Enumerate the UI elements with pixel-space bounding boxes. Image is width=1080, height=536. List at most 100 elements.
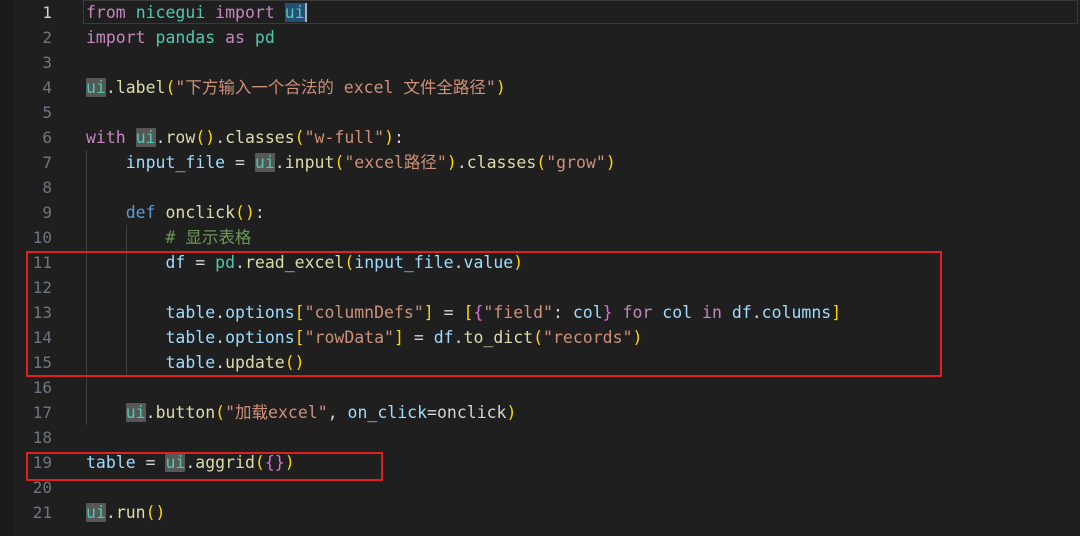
token-parens-empty: () <box>145 503 166 522</box>
line-number-16: 16 <box>32 378 52 397</box>
indent-guide <box>86 275 87 300</box>
token-dot: . <box>453 328 464 347</box>
token-bracket-open: [ <box>463 303 474 322</box>
token-function-row: row <box>165 128 196 147</box>
token-function-update: update <box>225 353 285 372</box>
code-lines-container[interactable]: 1 from nicegui import ui 2 import pandas… <box>0 0 1080 525</box>
code-line-21[interactable]: 21 ui.run() <box>0 500 1080 525</box>
token-operator-assign: = <box>413 328 424 347</box>
code-line-15[interactable]: 15 table.update() <box>0 350 1080 375</box>
token-variable-input-file: input_file <box>354 253 454 272</box>
line-number-9: 9 <box>42 203 52 222</box>
code-line-4[interactable]: 4 ui.label("下方输入一个合法的 excel 文件全路径") <box>0 75 1080 100</box>
token-variable-col: col <box>662 303 693 322</box>
token-colon: : <box>552 303 563 322</box>
code-line-5[interactable]: 5 <box>0 100 1080 125</box>
code-line-7[interactable]: 7 input_file = ui.input("excel路径").class… <box>0 150 1080 175</box>
token-occurrence-ui: ui <box>135 128 156 147</box>
token-paren-open: ( <box>344 253 355 272</box>
token-paren-open: ( <box>254 453 265 472</box>
token-paren-close: ) <box>384 128 395 147</box>
line-number-10: 10 <box>32 228 52 247</box>
line-number-4: 4 <box>42 78 52 97</box>
token-occurrence-ui: ui <box>254 153 275 172</box>
token-comma: , <box>327 403 338 422</box>
code-line-17[interactable]: 17 ui.button("加载excel", on_click=onclick… <box>0 400 1080 425</box>
code-text-1: from nicegui import ui <box>86 0 307 25</box>
code-line-8[interactable]: 8 <box>0 175 1080 200</box>
token-comment: # 显示表格 <box>165 228 252 247</box>
token-keyword-from: from <box>86 3 126 22</box>
token-brace-close: } <box>602 303 613 322</box>
token-occurrence-ui: ui <box>86 503 106 522</box>
code-line-10[interactable]: 10 # 显示表格 <box>0 225 1080 250</box>
code-text-14: table.options["rowData"] = df.to_dict("r… <box>86 325 642 350</box>
token-dot: . <box>456 153 467 172</box>
token-module-nicegui: nicegui <box>135 3 206 22</box>
line-number-2: 2 <box>42 28 52 47</box>
token-paren-close: ) <box>446 153 457 172</box>
code-line-11[interactable]: 11 df = pd.read_excel(input_file.value) <box>0 250 1080 275</box>
token-variable-table: table <box>165 328 216 347</box>
token-variable-table: table <box>165 303 216 322</box>
code-line-9[interactable]: 9 def onclick(): <box>0 200 1080 225</box>
line-number-21: 21 <box>32 503 52 522</box>
code-line-12[interactable]: 12 <box>0 275 1080 300</box>
token-keyword-in: in <box>702 303 722 322</box>
token-param-on-click: on_click <box>347 403 428 422</box>
code-line-2[interactable]: 2 import pandas as pd <box>0 25 1080 50</box>
code-line-16[interactable]: 16 <box>0 375 1080 400</box>
token-variable-df: df <box>731 303 752 322</box>
code-text-19: table = ui.aggrid({}) <box>86 450 295 475</box>
token-braces-empty: {} <box>264 453 285 472</box>
token-operator-assign: = <box>235 153 245 172</box>
token-dot: . <box>105 78 116 97</box>
code-text-13: table.options["columnDefs"] = [{"field":… <box>86 300 841 325</box>
code-line-18[interactable]: 18 <box>0 425 1080 450</box>
token-paren-close: ) <box>495 78 506 97</box>
line-number-12: 12 <box>32 278 52 297</box>
code-line-13[interactable]: 13 table.options["columnDefs"] = [{"fiel… <box>0 300 1080 325</box>
code-editor[interactable]: 1 from nicegui import ui 2 import pandas… <box>0 0 1080 536</box>
code-line-19[interactable]: 19 table = ui.aggrid({}) <box>0 450 1080 475</box>
token-bracket-open: [ <box>294 303 305 322</box>
token-paren-open: ( <box>536 153 547 172</box>
token-dot: . <box>235 253 245 272</box>
token-string-excel-path: "excel路径" <box>344 153 447 172</box>
token-variable-df: df <box>165 253 186 272</box>
token-brace-open: { <box>473 303 484 322</box>
code-line-6[interactable]: 6 with ui.row().classes("w-full"): <box>0 125 1080 150</box>
token-module-pandas: pandas <box>155 28 216 47</box>
token-dot: . <box>215 303 226 322</box>
token-string-label-text: "下方输入一个合法的 excel 文件全路径" <box>175 78 496 97</box>
token-paren-open: ( <box>334 153 345 172</box>
token-module-pd: pd <box>215 253 236 272</box>
code-text-6: with ui.row().classes("w-full"): <box>86 125 404 150</box>
code-text-7: input_file = ui.input("excel路径").classes… <box>86 150 616 175</box>
token-keyword-with: with <box>86 128 126 147</box>
token-selected-ui[interactable]: ui <box>284 3 305 22</box>
token-paren-open: ( <box>533 328 544 347</box>
code-line-14[interactable]: 14 table.options["rowData"] = df.to_dict… <box>0 325 1080 350</box>
token-function-classes: classes <box>225 128 295 147</box>
token-dot: . <box>155 128 166 147</box>
code-line-1[interactable]: 1 from nicegui import ui <box>0 0 1080 25</box>
token-keyword-for: for <box>622 303 653 322</box>
token-dot: . <box>751 303 762 322</box>
token-colon: : <box>254 203 265 222</box>
code-line-20[interactable]: 20 <box>0 475 1080 500</box>
token-function-read-excel: read_excel <box>244 253 345 272</box>
token-occurrence-ui: ui <box>125 403 146 422</box>
token-alias-pd: pd <box>254 28 275 47</box>
code-line-3[interactable]: 3 <box>0 50 1080 75</box>
token-keyword-import: import <box>215 3 275 22</box>
token-function-aggrid: aggrid <box>195 453 255 472</box>
token-bracket-open: [ <box>294 328 305 347</box>
token-dot: . <box>145 403 156 422</box>
token-reference-onclick: onclick <box>436 403 507 422</box>
token-operator-assign: = <box>195 253 206 272</box>
line-number-20: 20 <box>32 478 52 497</box>
line-number-7: 7 <box>42 153 52 172</box>
code-text-10: # 显示表格 <box>86 225 251 250</box>
token-operator-assign: = <box>443 303 454 322</box>
